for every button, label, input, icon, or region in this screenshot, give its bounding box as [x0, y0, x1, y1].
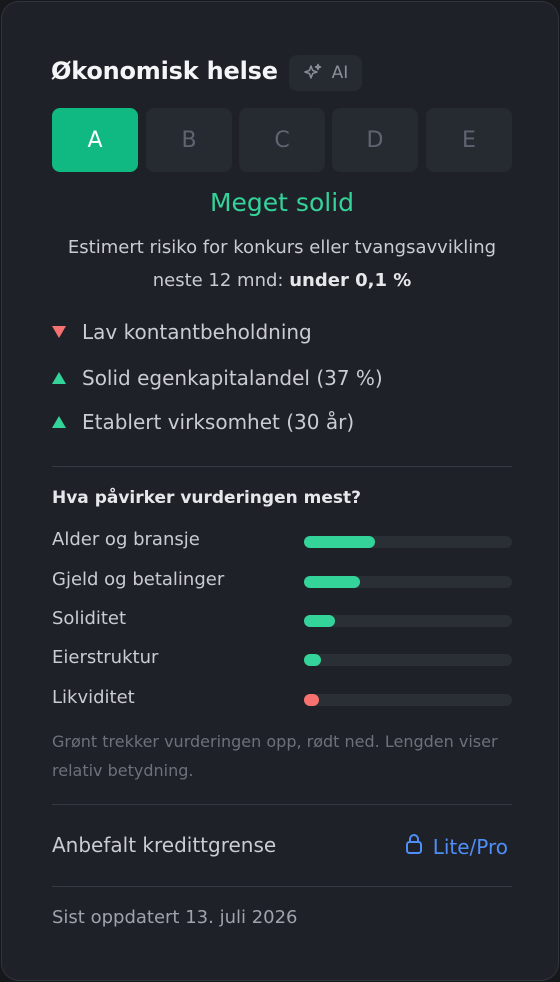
influence-heading: Hva påvirker vurderingen mest? — [52, 488, 361, 508]
influence-bar-track — [304, 654, 512, 666]
factor-item: Solid egenkapitalandel (37 %) — [52, 366, 383, 390]
triangle-up-icon — [52, 416, 68, 428]
grade-c[interactable]: C — [239, 108, 325, 172]
influence-label: Soliditet — [52, 608, 127, 629]
divider — [52, 466, 512, 467]
influence-bar-track — [304, 615, 512, 627]
credit-limit-label: Anbefalt kredittgrense — [52, 833, 277, 857]
influence-bar-track — [304, 694, 512, 706]
influence-label: Likviditet — [52, 687, 135, 708]
influence-label: Eierstruktur — [52, 647, 159, 668]
grade-b[interactable]: B — [146, 108, 232, 172]
triangle-down-icon — [52, 326, 68, 338]
grade-e[interactable]: E — [426, 108, 512, 172]
risk-value: under 0,1 % — [289, 270, 412, 291]
grade-selector: A B C D E — [52, 108, 512, 172]
card-title: Økonomisk helse — [51, 57, 278, 85]
ai-badge[interactable]: AI — [289, 55, 362, 91]
influence-bar-fill — [304, 654, 321, 666]
factor-item: Lav kontantbeholdning — [52, 320, 312, 344]
factor-label: Lav kontantbeholdning — [82, 320, 312, 344]
factor-label: Etablert virksomhet (30 år) — [82, 410, 355, 434]
factor-label: Solid egenkapitalandel (37 %) — [82, 366, 383, 390]
ai-badge-label: AI — [331, 63, 349, 83]
influence-bar-fill — [304, 536, 375, 548]
influence-bar-track — [304, 576, 512, 588]
divider — [52, 804, 512, 805]
influence-label: Alder og bransje — [52, 529, 200, 550]
influence-bar-track — [304, 536, 512, 548]
triangle-up-icon — [52, 372, 68, 384]
influence-bar-fill — [304, 694, 319, 706]
influence-hint: Grønt trekker vurderingen opp, rødt ned.… — [52, 732, 498, 780]
influence-bar-fill — [304, 576, 360, 588]
financial-health-card: Økonomisk helse AI A B C D E Meget solid… — [1, 1, 559, 981]
rating-label: Meget solid — [209, 188, 355, 217]
divider — [52, 886, 512, 887]
lock-icon — [405, 833, 423, 860]
credit-upgrade-link[interactable]: Lite/Pro — [405, 833, 508, 860]
influence-label: Gjeld og betalinger — [52, 569, 225, 590]
risk-text: Estimert risiko for konkurs eller tvangs… — [67, 237, 497, 291]
risk-description: Estimert risiko for konkurs eller tvangs… — [42, 231, 522, 297]
grade-d[interactable]: D — [332, 108, 418, 172]
grade-a[interactable]: A — [52, 108, 138, 172]
credit-upgrade-label: Lite/Pro — [432, 834, 508, 859]
sparkle-icon — [303, 63, 323, 83]
factor-item: Etablert virksomhet (30 år) — [52, 410, 354, 434]
last-updated: Sist oppdatert 13. juli 2026 — [52, 907, 298, 928]
influence-bar-fill — [304, 615, 335, 627]
